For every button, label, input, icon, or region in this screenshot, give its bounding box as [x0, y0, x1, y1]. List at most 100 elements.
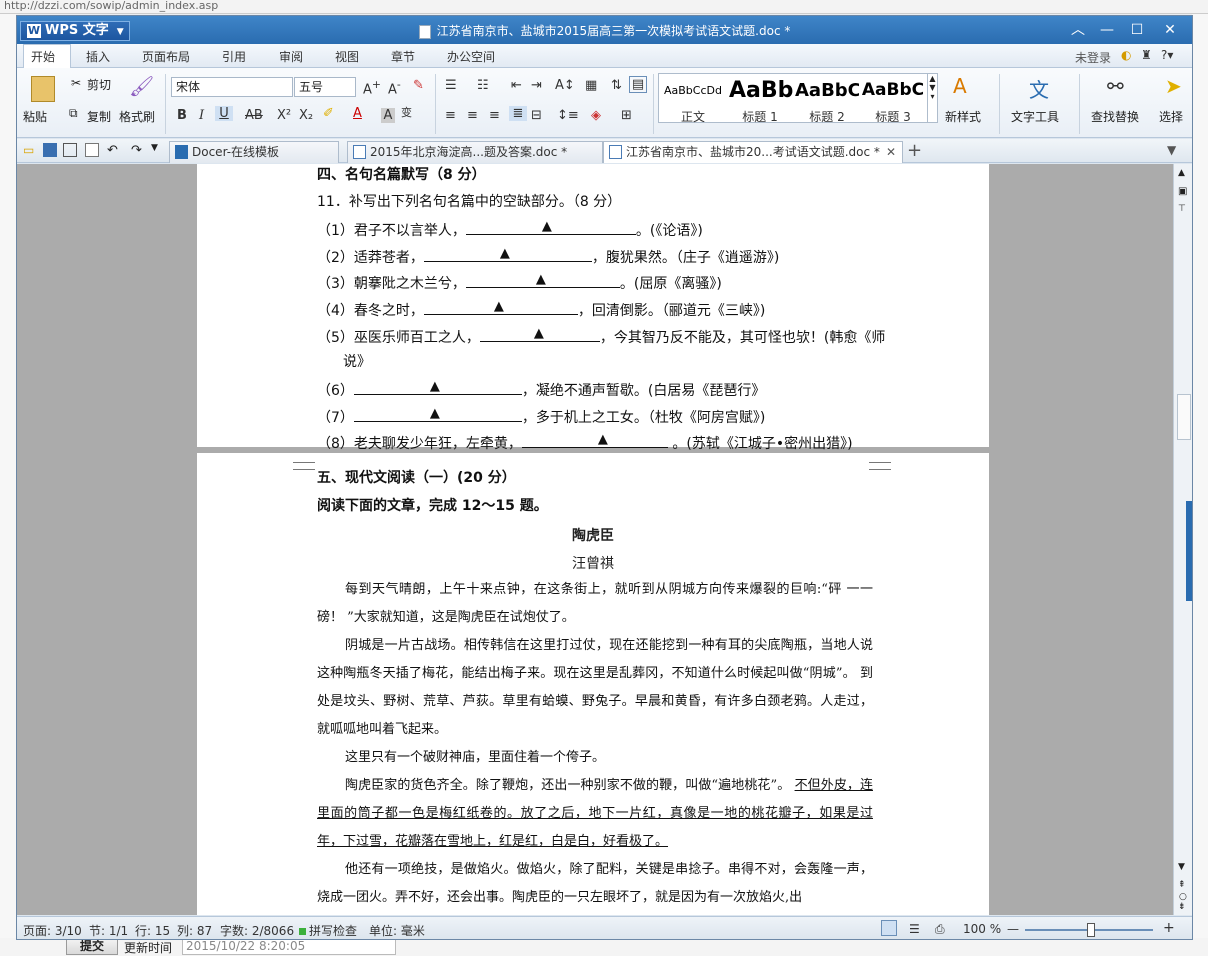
style-normal-sample[interactable]: AaBbCcDd [663, 84, 723, 97]
menu-insert[interactable]: 插入 [86, 48, 110, 65]
copy-button[interactable]: 复制 [87, 108, 111, 125]
tab-docer[interactable]: Docer-在线模板 [169, 141, 339, 163]
zoom-level[interactable]: 100 % [963, 922, 1001, 936]
line-spacing-icon[interactable]: ↕≡ [557, 108, 579, 123]
table-icon[interactable]: ▦ [585, 78, 597, 93]
scroll-down-icon[interactable]: ▼ [1178, 862, 1185, 872]
phonetic-icon[interactable]: 变 [401, 104, 412, 120]
browse-object-icon[interactable]: ○ [1179, 892, 1187, 902]
justify-icon[interactable]: ≣ [509, 106, 527, 121]
font-size-select[interactable]: 五号 [294, 77, 356, 97]
answer-blank[interactable]: ▲ [465, 272, 620, 288]
indent-icon[interactable]: ⇥ [531, 78, 542, 93]
menu-page-layout[interactable]: 页面布局 [142, 48, 190, 65]
answer-blank[interactable]: ▲ [423, 299, 578, 315]
style-heading1-sample[interactable]: AaBb [729, 78, 793, 103]
text-direction-icon[interactable]: A↕ [555, 78, 575, 93]
print-icon[interactable] [63, 143, 77, 157]
clear-format-icon[interactable]: ✎ [413, 78, 424, 93]
tab-jiangsu-doc[interactable]: 江苏省南京市、盐城市20...考试语文试题.doc * ✕ [603, 141, 903, 163]
subscript-icon[interactable]: X₂ [299, 108, 313, 123]
binoculars-icon[interactable]: ⚯ [1107, 74, 1124, 98]
redo-icon[interactable]: ↷ [131, 143, 145, 158]
side-panel-toggle[interactable] [1186, 501, 1192, 601]
answer-blank[interactable]: ▲ [465, 219, 636, 235]
style-gallery-scroll[interactable]: ▲ ▼ ▾ [927, 74, 937, 122]
numbering-icon[interactable]: ☷ [477, 78, 489, 93]
shrink-font-icon[interactable]: A- [388, 78, 401, 97]
menu-chapter[interactable]: 章节 [391, 48, 415, 65]
web-view-icon[interactable]: ⎙ [935, 922, 945, 937]
maximize-button[interactable]: ☐ [1125, 20, 1149, 40]
scroll-thumb[interactable] [1177, 394, 1191, 440]
bullets-icon[interactable]: ☰ [445, 78, 457, 93]
login-status[interactable]: 未登录 [1075, 49, 1111, 66]
shirt-icon[interactable]: ♜ [1141, 48, 1152, 62]
format-painter-icon[interactable]: 🖌 [129, 74, 154, 98]
align-right-icon[interactable]: ≡ [489, 108, 500, 123]
open-icon[interactable]: ▭ [23, 143, 37, 157]
undo-icon[interactable]: ↶ [107, 143, 121, 158]
font-name-select[interactable]: 宋体 [171, 77, 293, 97]
document-area[interactable]: 四、名句名篇默写（8 分） 11．补写出下列名句名篇中的空缺部分。（8 分） （… [17, 164, 1173, 915]
select-button[interactable]: 选择 [1159, 108, 1183, 125]
underline-icon[interactable]: U [215, 106, 233, 121]
new-style-icon[interactable]: A [953, 74, 967, 98]
text-tools-icon[interactable]: 文 [1029, 74, 1049, 103]
status-page[interactable]: 页面: 3/10 [23, 922, 82, 939]
split-icon[interactable]: ⊤ [1178, 204, 1186, 214]
answer-blank[interactable]: ▲ [479, 326, 600, 342]
menu-office-space[interactable]: 办公空间 [447, 48, 495, 65]
new-style-button[interactable]: 新样式 [945, 108, 981, 125]
shading-icon[interactable]: ◈ [591, 108, 601, 123]
close-tab-icon[interactable]: ✕ [886, 142, 896, 162]
italic-icon[interactable]: I [199, 108, 204, 123]
minimize-button[interactable]: — [1095, 20, 1119, 40]
style-heading2-sample[interactable]: AaBbC [795, 80, 859, 101]
cut-icon[interactable]: ✂ [71, 76, 81, 90]
tab-list-icon[interactable]: ▼ [1167, 143, 1176, 157]
answer-blank[interactable]: ▲ [353, 379, 522, 395]
cut-button[interactable]: 剪切 [87, 76, 111, 93]
outdent-icon[interactable]: ⇤ [511, 78, 522, 93]
outline-view-icon[interactable]: ☰ [909, 922, 920, 936]
font-color-icon[interactable]: A [353, 106, 362, 121]
help-icon[interactable]: ?▾ [1161, 48, 1173, 62]
highlight-icon[interactable]: ✐ [323, 106, 334, 121]
borders-icon[interactable]: ⊞ [621, 108, 632, 123]
copy-icon[interactable]: ⧉ [69, 106, 78, 121]
zoom-slider-thumb[interactable] [1087, 923, 1095, 937]
menu-review[interactable]: 审阅 [279, 48, 303, 65]
align-center-icon[interactable]: ≡ [467, 108, 478, 123]
menu-home[interactable]: 开始 [31, 48, 55, 65]
print-preview-icon[interactable] [85, 143, 99, 157]
tab-beijing-doc[interactable]: 2015年北京海淀高...题及答案.doc * [347, 141, 603, 163]
distribute-icon[interactable]: ⊟ [531, 108, 542, 123]
strikethrough-icon[interactable]: AB [245, 108, 263, 123]
prev-page-icon[interactable]: ⇞ [1178, 880, 1186, 890]
menu-view[interactable]: 视图 [335, 48, 359, 65]
align-left-icon[interactable]: ≡ [445, 108, 456, 123]
paste-icon[interactable] [31, 76, 55, 102]
spell-check[interactable]: 拼写检查 [299, 922, 357, 939]
answer-blank[interactable]: ▲ [353, 406, 522, 422]
menu-references[interactable]: 引用 [222, 48, 246, 65]
zoom-out-icon[interactable]: — [1007, 922, 1019, 936]
sort-icon[interactable]: ⇅ [611, 78, 622, 93]
zoom-in-icon[interactable]: + [1163, 920, 1175, 936]
superscript-icon[interactable]: X² [277, 108, 291, 123]
grow-font-icon[interactable]: A+ [363, 78, 381, 97]
collapse-ribbon-button[interactable]: ︿ [1066, 20, 1090, 40]
char-shading-icon[interactable]: A [381, 108, 395, 123]
scroll-up-icon[interactable]: ▲ [1178, 168, 1185, 178]
new-tab-button[interactable]: + [907, 140, 922, 161]
style-heading3-sample[interactable]: AaBbC [861, 80, 925, 100]
status-word-count[interactable]: 字数: 2/8066 [220, 922, 294, 939]
show-marks-icon[interactable]: ▤ [629, 76, 647, 93]
paste-button[interactable]: 粘贴 [23, 108, 47, 125]
navigation-icon[interactable]: ▣ [1178, 186, 1187, 197]
skin-icon[interactable]: ◐ [1121, 48, 1131, 62]
close-button[interactable]: ✕ [1158, 20, 1182, 40]
text-tools-button[interactable]: 文字工具 [1011, 108, 1059, 125]
save-icon[interactable] [43, 143, 57, 157]
